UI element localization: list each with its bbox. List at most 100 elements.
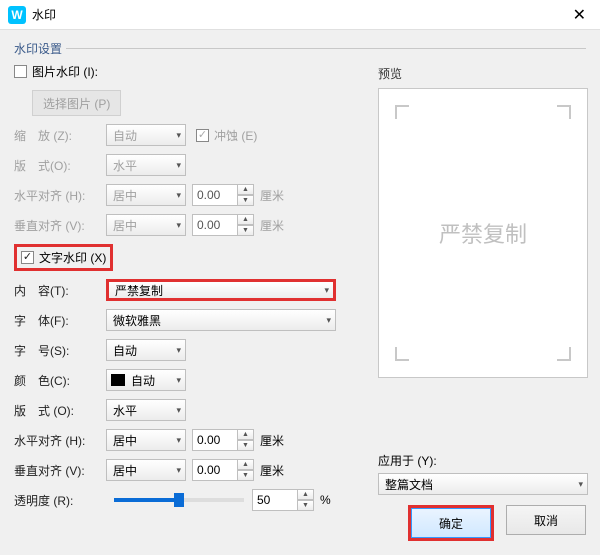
spin-down-icon[interactable]: ▼ (238, 440, 254, 451)
color-label: 颜 色(C): (14, 372, 106, 389)
apply-select[interactable]: 整篇文档 ▾ (378, 473, 588, 495)
size-label: 字 号(S): (14, 342, 106, 359)
image-wm-checkbox[interactable] (14, 65, 27, 78)
spin-up-icon[interactable]: ▲ (238, 459, 254, 470)
chevron-down-icon: ▾ (324, 285, 329, 296)
img-halign-select: 居中 ▾ (106, 184, 186, 206)
txt-halign-select[interactable]: 居中 ▾ (106, 429, 186, 451)
chevron-down-icon: ▾ (176, 435, 181, 446)
apply-value: 整篇文档 (385, 476, 433, 493)
spin-up-icon[interactable]: ▲ (238, 429, 254, 440)
chevron-down-icon: ▾ (176, 405, 181, 416)
chevron-down-icon: ▾ (176, 160, 181, 171)
txt-layout-select[interactable]: 水平 ▾ (106, 399, 186, 421)
unit-label: 厘米 (260, 432, 284, 449)
txt-valign-value: 居中 (113, 462, 137, 479)
group-label: 水印设置 (14, 40, 62, 57)
txt-valign-input[interactable] (192, 459, 238, 481)
spin-down-icon[interactable]: ▼ (238, 470, 254, 481)
txt-halign-spinner[interactable]: ▲▼ (192, 429, 254, 451)
txt-halign-value: 居中 (113, 432, 137, 449)
img-valign-label: 垂直对齐 (V): (14, 217, 106, 234)
img-layout-label: 版 式(O): (14, 157, 106, 174)
group-divider (66, 48, 586, 49)
img-valign-spinner: ▲▼ (192, 214, 254, 236)
ok-button[interactable]: 确定 (411, 508, 491, 538)
img-valign-input (192, 214, 238, 236)
preview-label: 预览 (378, 65, 588, 82)
preview-watermark: 严禁复制 (439, 217, 527, 249)
text-wm-highlight: 文字水印 (X) (14, 244, 113, 271)
spin-up-icon: ▲ (238, 184, 254, 195)
content-value: 严禁复制 (115, 282, 163, 299)
txt-valign-spinner[interactable]: ▲▼ (192, 459, 254, 481)
size-value: 自动 (113, 342, 137, 359)
font-label: 字 体(F): (14, 312, 106, 329)
slider-fill (114, 498, 179, 502)
spin-up-icon[interactable]: ▲ (298, 489, 314, 500)
erode-label: 冲蚀 (E) (214, 127, 257, 144)
img-halign-input (192, 184, 238, 206)
titlebar: W 水印 ✕ (0, 0, 600, 30)
content-label: 内 容(T): (14, 282, 106, 299)
chevron-down-icon: ▾ (176, 375, 181, 386)
spin-down-icon[interactable]: ▼ (298, 500, 314, 511)
preview-section: 预览 严禁复制 (378, 65, 588, 378)
chevron-down-icon: ▾ (176, 345, 181, 356)
erode-checkbox (196, 129, 209, 142)
font-select[interactable]: 微软雅黑 ▾ (106, 309, 336, 331)
apply-section: 应用于 (Y): 整篇文档 ▾ (378, 452, 588, 495)
txt-halign-input[interactable] (192, 429, 238, 451)
close-icon[interactable]: ✕ (567, 5, 592, 25)
opacity-input[interactable] (252, 489, 298, 511)
color-swatch (111, 374, 125, 386)
opacity-spinner[interactable]: ▲▼ (252, 489, 314, 511)
img-halign-spinner: ▲▼ (192, 184, 254, 206)
window-title: 水印 (32, 6, 567, 23)
image-wm-label: 图片水印 (I): (32, 63, 98, 80)
content-select[interactable]: 严禁复制 ▾ (106, 279, 336, 301)
chevron-down-icon: ▾ (326, 315, 331, 326)
crop-mark-icon (557, 347, 571, 361)
unit-label: 厘米 (260, 462, 284, 479)
chevron-down-icon: ▾ (176, 130, 181, 141)
text-wm-checkbox[interactable] (21, 251, 34, 264)
img-halign-label: 水平对齐 (H): (14, 187, 106, 204)
spin-up-icon: ▲ (238, 214, 254, 225)
select-picture-button: 选择图片 (P) (32, 90, 121, 116)
chevron-down-icon: ▾ (176, 465, 181, 476)
spin-down-icon: ▼ (238, 225, 254, 236)
font-value: 微软雅黑 (113, 312, 161, 329)
zoom-select: 自动 ▾ (106, 124, 186, 146)
apply-label: 应用于 (Y): (378, 452, 588, 469)
zoom-label: 缩 放 (Z): (14, 127, 106, 144)
zoom-value: 自动 (113, 127, 137, 144)
img-layout-select: 水平 ▾ (106, 154, 186, 176)
crop-mark-icon (395, 347, 409, 361)
spin-down-icon: ▼ (238, 195, 254, 206)
img-valign-value: 居中 (113, 217, 137, 234)
cancel-button[interactable]: 取消 (506, 505, 586, 535)
color-value: 自动 (131, 372, 155, 389)
txt-layout-label: 版 式 (O): (14, 402, 106, 419)
txt-layout-value: 水平 (113, 402, 137, 419)
txt-halign-label: 水平对齐 (H): (14, 432, 106, 449)
crop-mark-icon (395, 105, 409, 119)
opacity-slider[interactable] (114, 498, 244, 502)
img-halign-value: 居中 (113, 187, 137, 204)
size-select[interactable]: 自动 ▾ (106, 339, 186, 361)
txt-valign-label: 垂直对齐 (V): (14, 462, 106, 479)
app-icon: W (8, 6, 26, 24)
chevron-down-icon: ▾ (578, 479, 583, 490)
img-valign-select: 居中 ▾ (106, 214, 186, 236)
slider-thumb[interactable] (174, 493, 184, 507)
txt-valign-select[interactable]: 居中 ▾ (106, 459, 186, 481)
color-select[interactable]: 自动 ▾ (106, 369, 186, 391)
unit-label: 厘米 (260, 217, 284, 234)
ok-highlight: 确定 (408, 505, 494, 541)
chevron-down-icon: ▾ (176, 220, 181, 231)
pct-label: % (320, 493, 331, 507)
opacity-label: 透明度 (R): (14, 492, 106, 509)
text-wm-label: 文字水印 (X) (39, 249, 106, 266)
preview-box: 严禁复制 (378, 88, 588, 378)
